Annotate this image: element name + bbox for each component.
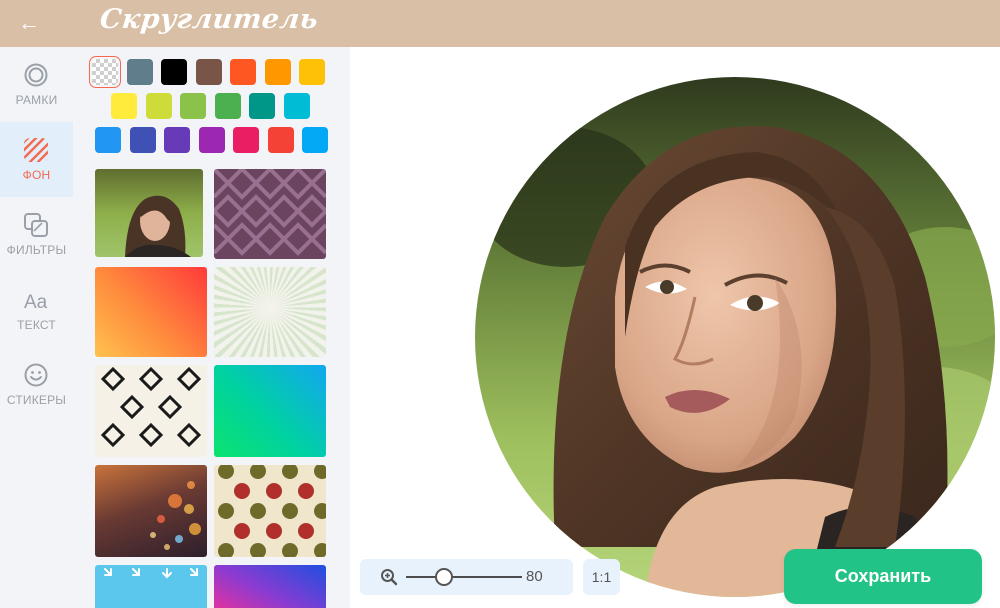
color-swatch[interactable] bbox=[299, 59, 325, 85]
nav-label-text: ТЕКСТ bbox=[17, 318, 56, 332]
zoom-value: 80 bbox=[526, 568, 543, 585]
bg-bokeh[interactable] bbox=[95, 465, 207, 557]
layers-icon bbox=[24, 213, 48, 237]
color-swatch[interactable] bbox=[129, 127, 156, 153]
color-swatch[interactable] bbox=[302, 127, 328, 153]
color-swatch[interactable] bbox=[249, 93, 275, 119]
nav-item-text[interactable]: Aa ТЕКСТ bbox=[0, 272, 73, 347]
zoom-slider[interactable] bbox=[406, 568, 522, 586]
nav-item-frames[interactable]: РАМКИ bbox=[0, 47, 73, 122]
nav-label-background: ФОН bbox=[22, 168, 51, 182]
top-bar: ← Скруглитель bbox=[0, 0, 1000, 47]
arrow-left-icon: ← bbox=[18, 10, 40, 35]
bg-pink-blue-gradient[interactable] bbox=[214, 565, 326, 608]
ring-icon bbox=[24, 63, 48, 87]
portrait-photo bbox=[475, 77, 995, 597]
bg-photo-portrait[interactable] bbox=[95, 169, 203, 257]
save-button[interactable]: Сохранить bbox=[784, 549, 982, 604]
color-swatch[interactable] bbox=[198, 127, 225, 153]
nav-label-stickers: СТИКЕРЫ bbox=[6, 393, 67, 407]
editor-canvas bbox=[350, 47, 1000, 608]
color-swatch[interactable] bbox=[267, 127, 294, 153]
bg-black-diamonds[interactable] bbox=[95, 365, 207, 457]
color-swatch[interactable] bbox=[230, 59, 256, 85]
color-swatch[interactable] bbox=[195, 59, 222, 85]
color-swatch-transparent[interactable] bbox=[92, 59, 118, 85]
bg-polka-dots[interactable] bbox=[214, 465, 326, 557]
color-swatch[interactable] bbox=[214, 93, 241, 119]
background-panel bbox=[73, 47, 350, 608]
smiley-icon bbox=[24, 363, 48, 387]
bg-green-blue-gradient[interactable] bbox=[214, 365, 326, 457]
color-swatch[interactable] bbox=[111, 93, 137, 119]
color-swatch[interactable] bbox=[95, 127, 121, 153]
text-aa-icon: Aa bbox=[24, 292, 48, 313]
color-swatch[interactable] bbox=[164, 127, 190, 153]
tool-sidebar: РАМКИ ФОН ФИЛЬТРЫ Aa ТЕКСТ СТИКЕРЫ bbox=[0, 47, 73, 608]
svg-text:Aa: Aa bbox=[24, 292, 48, 313]
bg-purple-diamonds[interactable] bbox=[214, 169, 326, 259]
bg-sunburst[interactable] bbox=[214, 267, 326, 357]
nav-label-frames: РАМКИ bbox=[15, 93, 58, 107]
nav-item-filters[interactable]: ФИЛЬТРЫ bbox=[0, 197, 73, 272]
color-swatch[interactable] bbox=[161, 59, 187, 85]
nav-item-background[interactable]: ФОН bbox=[0, 122, 73, 197]
back-button[interactable]: ← bbox=[14, 8, 44, 38]
bg-blue-arrows[interactable] bbox=[95, 565, 207, 608]
color-swatch[interactable] bbox=[145, 93, 172, 119]
color-swatch[interactable] bbox=[283, 93, 310, 119]
color-swatch[interactable] bbox=[180, 93, 206, 119]
zoom-slider-thumb[interactable] bbox=[435, 568, 453, 586]
aspect-ratio-button[interactable]: 1:1 bbox=[583, 559, 620, 595]
nav-item-stickers[interactable]: СТИКЕРЫ bbox=[0, 347, 73, 422]
bg-orange-gradient[interactable] bbox=[95, 267, 207, 357]
zoom-control: 80 bbox=[360, 559, 573, 595]
round-avatar-preview[interactable] bbox=[475, 77, 995, 597]
hatched-square-icon bbox=[24, 138, 48, 162]
color-swatch[interactable] bbox=[233, 127, 259, 153]
color-swatch[interactable] bbox=[126, 59, 153, 85]
nav-label-filters: ФИЛЬТРЫ bbox=[6, 243, 67, 257]
color-swatch[interactable] bbox=[264, 59, 291, 85]
app-logo: Скруглитель bbox=[98, 4, 320, 35]
zoom-in-icon[interactable] bbox=[380, 568, 398, 586]
